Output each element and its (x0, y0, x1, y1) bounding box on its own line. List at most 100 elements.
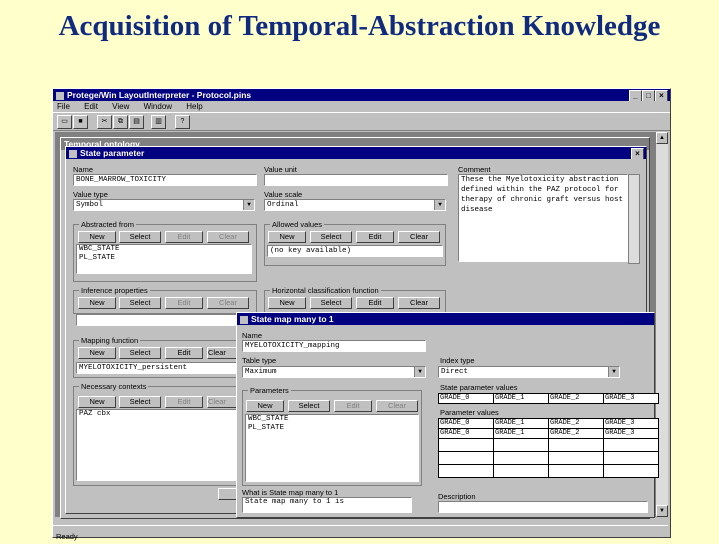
list-item[interactable]: PL_STATE (79, 254, 251, 263)
menu-file[interactable]: File (57, 102, 70, 111)
allowed-values-field[interactable]: (no key available) (267, 245, 443, 257)
map-name-field[interactable]: MYELOTOXICITY_mapping (242, 340, 426, 352)
close-icon[interactable]: × (631, 148, 644, 159)
menu-edit[interactable]: Edit (84, 102, 98, 111)
table-cell[interactable]: GRADE_1 (493, 418, 549, 429)
allowed-new-button[interactable]: New (268, 231, 306, 243)
maximize-button[interactable]: □ (642, 90, 655, 101)
chevron-down-icon[interactable]: ▼ (434, 200, 445, 210)
close-button[interactable]: × (655, 90, 668, 101)
horizontal-select-button[interactable]: Select (310, 297, 352, 309)
value-unit-field[interactable] (264, 174, 448, 186)
table-type-select[interactable]: Maximum ▼ (242, 366, 426, 378)
help-icon[interactable]: ? (175, 115, 190, 129)
ok-button[interactable] (218, 488, 238, 500)
param-values-table[interactable]: GRADE_0 GRADE_1 GRADE_2 GRADE_3 GRADE_0 … (438, 418, 659, 478)
value-type-select[interactable]: Symbol ▼ (73, 199, 255, 211)
table-cell[interactable] (438, 451, 494, 465)
table-cell[interactable]: GRADE_2 (548, 393, 604, 404)
table-cell[interactable] (493, 464, 549, 478)
paste-icon[interactable]: ▤ (129, 115, 144, 129)
save-icon[interactable]: ■ (73, 115, 88, 129)
print-icon[interactable]: ▥ (151, 115, 166, 129)
value-scale-select[interactable]: Ordinal ▼ (264, 199, 446, 211)
list-item[interactable]: PAZ cbx (79, 410, 237, 419)
table-cell[interactable]: GRADE_0 (438, 428, 494, 439)
table-cell[interactable]: GRADE_0 (438, 393, 494, 404)
table-cell[interactable]: GRADE_2 (548, 418, 604, 429)
abstracted-edit-button[interactable]: Edit (165, 231, 203, 243)
contexts-label: Necessary contexts (79, 382, 149, 391)
contexts-list[interactable]: PAZ cbx (76, 409, 238, 481)
table-cell[interactable]: GRADE_3 (603, 418, 659, 429)
what-is-field[interactable]: State map many to 1 is (242, 497, 412, 513)
list-item[interactable]: WBC_STATE (248, 415, 418, 424)
allowed-edit-button[interactable]: Edit (356, 231, 394, 243)
table-cell[interactable]: GRADE_3 (603, 393, 659, 404)
table-cell[interactable] (603, 464, 659, 478)
list-item[interactable]: WBC_STATE (79, 245, 251, 254)
mapping-new-button[interactable]: New (78, 347, 116, 359)
scroll-down-arrow-icon[interactable]: ▼ (656, 505, 668, 517)
inference-select-button[interactable]: Select (119, 297, 161, 309)
table-cell[interactable] (548, 464, 604, 478)
abstracted-select-button[interactable]: Select (119, 231, 161, 243)
chevron-down-icon[interactable]: ▼ (243, 200, 254, 210)
table-cell[interactable]: GRADE_3 (603, 428, 659, 439)
new-file-icon[interactable]: ▭ (57, 115, 72, 129)
abstracted-clear-button[interactable]: Clear (207, 231, 249, 243)
table-cell[interactable] (603, 451, 659, 465)
inference-edit-button[interactable]: Edit (165, 297, 203, 309)
abstracted-from-list[interactable]: WBC_STATE PL_STATE (76, 244, 252, 274)
horizontal-edit-button[interactable]: Edit (356, 297, 394, 309)
mapping-clear-button[interactable]: Clear (207, 347, 237, 359)
table-cell[interactable]: GRADE_1 (493, 393, 549, 404)
comment-field[interactable]: These the Myelotoxicity abstraction defi… (458, 174, 628, 262)
parameters-list[interactable]: WBC_STATE PL_STATE (245, 414, 419, 482)
contexts-clear-button[interactable]: Clear (207, 396, 237, 408)
allowed-clear-button[interactable]: Clear (398, 231, 440, 243)
table-cell[interactable] (493, 438, 549, 452)
table-cell[interactable] (603, 438, 659, 452)
inference-clear-button[interactable]: Clear (207, 297, 249, 309)
state-values-table[interactable]: GRADE_0 GRADE_1 GRADE_2 GRADE_3 (438, 393, 659, 404)
menu-window[interactable]: Window (144, 102, 172, 111)
table-cell[interactable] (438, 438, 494, 452)
index-type-select[interactable]: Direct ▼ (438, 366, 620, 378)
inference-field[interactable] (76, 314, 250, 326)
chevron-down-icon[interactable]: ▼ (414, 367, 425, 377)
description-field[interactable] (438, 501, 648, 513)
params-clear-button[interactable]: Clear (376, 400, 418, 412)
table-cell[interactable]: GRADE_2 (548, 428, 604, 439)
table-cell[interactable] (438, 464, 494, 478)
horizontal-new-button[interactable]: New (268, 297, 306, 309)
table-cell[interactable] (493, 451, 549, 465)
table-cell[interactable]: GRADE_1 (493, 428, 549, 439)
params-new-button[interactable]: New (246, 400, 284, 412)
params-edit-button[interactable]: Edit (334, 400, 372, 412)
table-cell[interactable] (548, 451, 604, 465)
mapping-select-button[interactable]: Select (119, 347, 161, 359)
chevron-down-icon[interactable]: ▼ (608, 367, 619, 377)
abstracted-new-button[interactable]: New (78, 231, 116, 243)
mapping-field[interactable]: MYELOTOXICITY_persistent (76, 362, 238, 374)
menu-help[interactable]: Help (186, 102, 202, 111)
minimize-button[interactable]: _ (629, 90, 642, 101)
contexts-new-button[interactable]: New (78, 396, 116, 408)
scroll-up-arrow-icon[interactable]: ▲ (656, 132, 668, 144)
horizontal-clear-button[interactable]: Clear (398, 297, 440, 309)
cut-icon[interactable]: ✂ (97, 115, 112, 129)
table-cell[interactable]: GRADE_0 (438, 418, 494, 429)
table-cell[interactable] (548, 438, 604, 452)
inference-new-button[interactable]: New (78, 297, 116, 309)
params-select-button[interactable]: Select (288, 400, 330, 412)
mapping-edit-button[interactable]: Edit (165, 347, 203, 359)
contexts-select-button[interactable]: Select (119, 396, 161, 408)
contexts-edit-button[interactable]: Edit (165, 396, 203, 408)
copy-icon[interactable]: ⧉ (113, 115, 128, 129)
name-field[interactable]: BONE_MARROW_TOXICITY (73, 174, 257, 186)
comment-scrollbar[interactable] (628, 174, 640, 264)
allowed-select-button[interactable]: Select (310, 231, 352, 243)
menu-view[interactable]: View (112, 102, 129, 111)
list-item[interactable]: PL_STATE (248, 424, 418, 433)
